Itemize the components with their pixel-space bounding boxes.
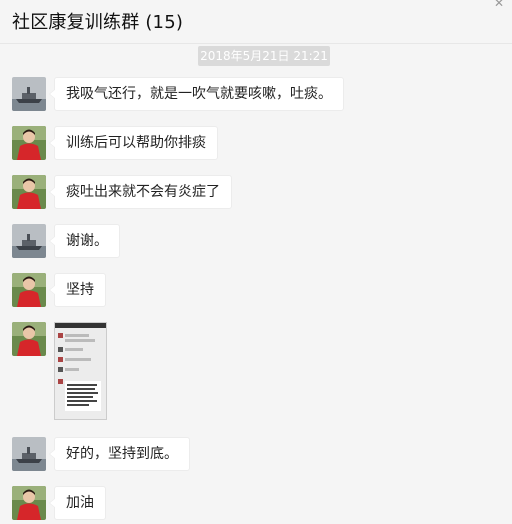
message-bubble[interactable]: 我吸气还行，就是一吹气就要咳嗽，吐痰。 bbox=[49, 77, 344, 111]
chat-window: 社区康复训练群 (15) ✕ 2018年5月21日 21:21 我吸气还行，就是… bbox=[0, 0, 512, 524]
avatar[interactable] bbox=[12, 175, 46, 209]
avatar[interactable] bbox=[12, 437, 46, 471]
chat-header: 社区康复训练群 (15) ✕ bbox=[0, 0, 512, 44]
ship-avatar-icon bbox=[12, 224, 46, 258]
chat-title: 社区康复训练群 (15) bbox=[12, 12, 184, 33]
message-bubble[interactable]: 好的，坚持到底。 bbox=[49, 437, 190, 471]
avatar[interactable] bbox=[12, 273, 46, 307]
ship-avatar-icon bbox=[12, 437, 46, 471]
avatar[interactable] bbox=[12, 77, 46, 111]
woman-avatar-icon bbox=[12, 486, 46, 520]
woman-avatar-icon bbox=[12, 126, 46, 160]
message-bubble[interactable]: 加油 bbox=[49, 486, 106, 520]
close-icon[interactable]: ✕ bbox=[494, 0, 504, 10]
image-message-thumbnail[interactable] bbox=[54, 322, 107, 420]
woman-avatar-icon bbox=[12, 322, 46, 356]
message-bubble[interactable]: 痰吐出来就不会有炎症了 bbox=[49, 175, 232, 209]
avatar[interactable] bbox=[12, 322, 46, 356]
woman-avatar-icon bbox=[12, 175, 46, 209]
avatar[interactable] bbox=[12, 126, 46, 160]
message-bubble[interactable]: 坚持 bbox=[49, 273, 106, 307]
screenshot-thumbnail-icon bbox=[55, 323, 106, 419]
message-bubble[interactable]: 谢谢。 bbox=[49, 224, 120, 258]
woman-avatar-icon bbox=[12, 273, 46, 307]
avatar[interactable] bbox=[12, 224, 46, 258]
message-bubble[interactable]: 训练后可以帮助你排痰 bbox=[49, 126, 218, 160]
message-timestamp: 2018年5月21日 21:21 bbox=[198, 46, 330, 66]
ship-avatar-icon bbox=[12, 77, 46, 111]
avatar[interactable] bbox=[12, 486, 46, 520]
